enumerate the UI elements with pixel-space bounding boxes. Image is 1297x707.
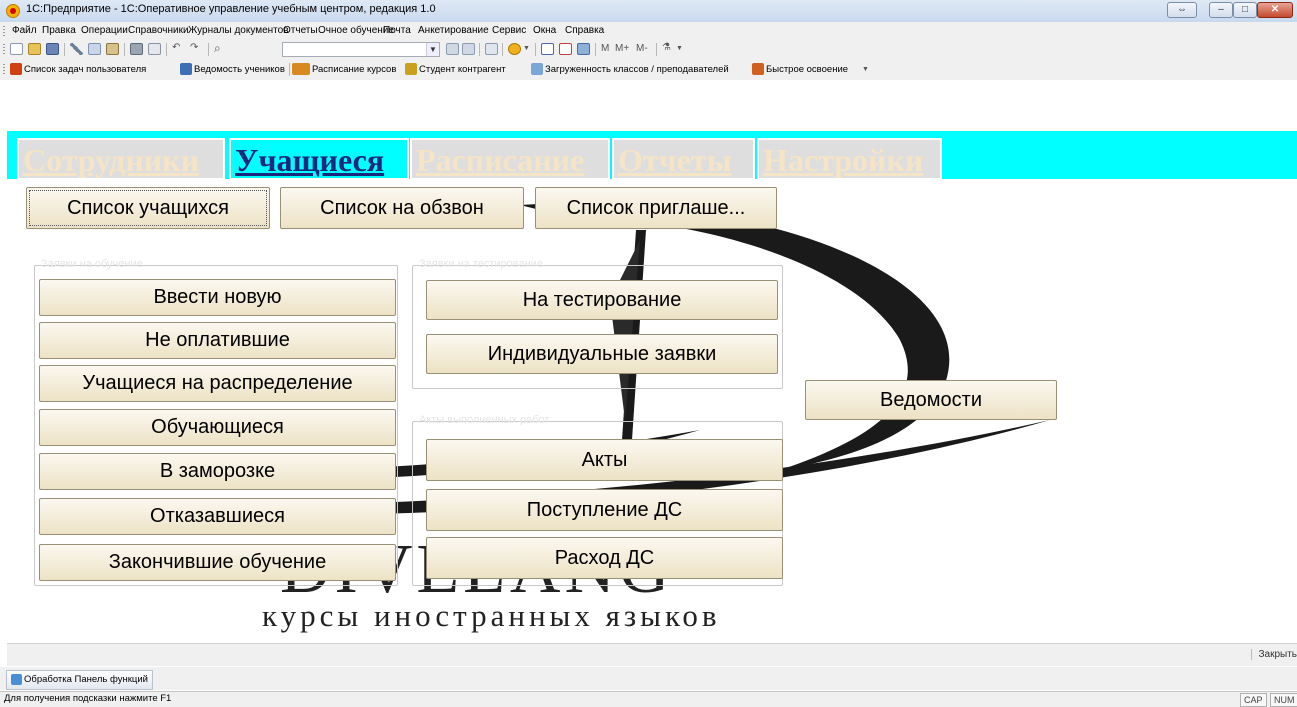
status-bar: Для получения подсказки нажмите F1 CAP N… [0, 691, 1297, 707]
call-list-button[interactable]: Список на обзвон [280, 187, 524, 229]
close-panel-button[interactable]: Закрыть [1251, 649, 1297, 660]
cash-expense-button[interactable]: Расход ДС [426, 537, 783, 579]
applications-group-label: Заявки на обучение [41, 258, 143, 270]
cash-receipt-button[interactable]: Поступление ДС [426, 489, 783, 531]
form-status-line: Закрыть [7, 643, 1297, 666]
logo-subtitle: курсы иностранных языков [262, 598, 721, 633]
num-lock-indicator: NUM [1270, 693, 1297, 707]
students-distribution-button[interactable]: Учащиеся на распределение [39, 365, 396, 402]
window-panel: Обработка Панель функций [0, 667, 1297, 690]
status-hint: Для получения подсказки нажмите F1 [4, 693, 172, 704]
tab-students[interactable]: Учащиеся [229, 138, 409, 180]
processing-icon [11, 673, 22, 685]
unpaid-button[interactable]: Не оплатившие [39, 322, 396, 359]
task-tab-function-panel[interactable]: Обработка Панель функций [6, 670, 153, 690]
acts-group-label: Акты выполненных работ [419, 414, 550, 426]
refused-button[interactable]: Отказавшиеся [39, 498, 396, 535]
studying-button[interactable]: Обучающиеся [39, 409, 396, 446]
invitation-list-button[interactable]: Список приглаше... [535, 187, 777, 229]
tab-settings[interactable]: Настройки [757, 138, 942, 180]
tab-schedule[interactable]: Расписание [410, 138, 610, 180]
caps-lock-indicator: CAP [1240, 693, 1267, 707]
individual-applications-button[interactable]: Индивидуальные заявки [426, 334, 778, 374]
for-testing-button[interactable]: На тестирование [426, 280, 778, 320]
tab-reports[interactable]: Отчеты [612, 138, 755, 180]
testing-group-label: Заявки на тестирование [419, 258, 543, 270]
frozen-button[interactable]: В заморозке [39, 453, 396, 490]
tab-employees[interactable]: Сотрудники [17, 138, 225, 180]
graduated-button[interactable]: Закончившие обучение [39, 544, 396, 581]
registers-button[interactable]: Ведомости [805, 380, 1057, 420]
acts-button[interactable]: Акты [426, 439, 783, 481]
new-application-button[interactable]: Ввести новую [39, 279, 396, 316]
student-list-button[interactable]: Список учащихся [26, 187, 270, 229]
